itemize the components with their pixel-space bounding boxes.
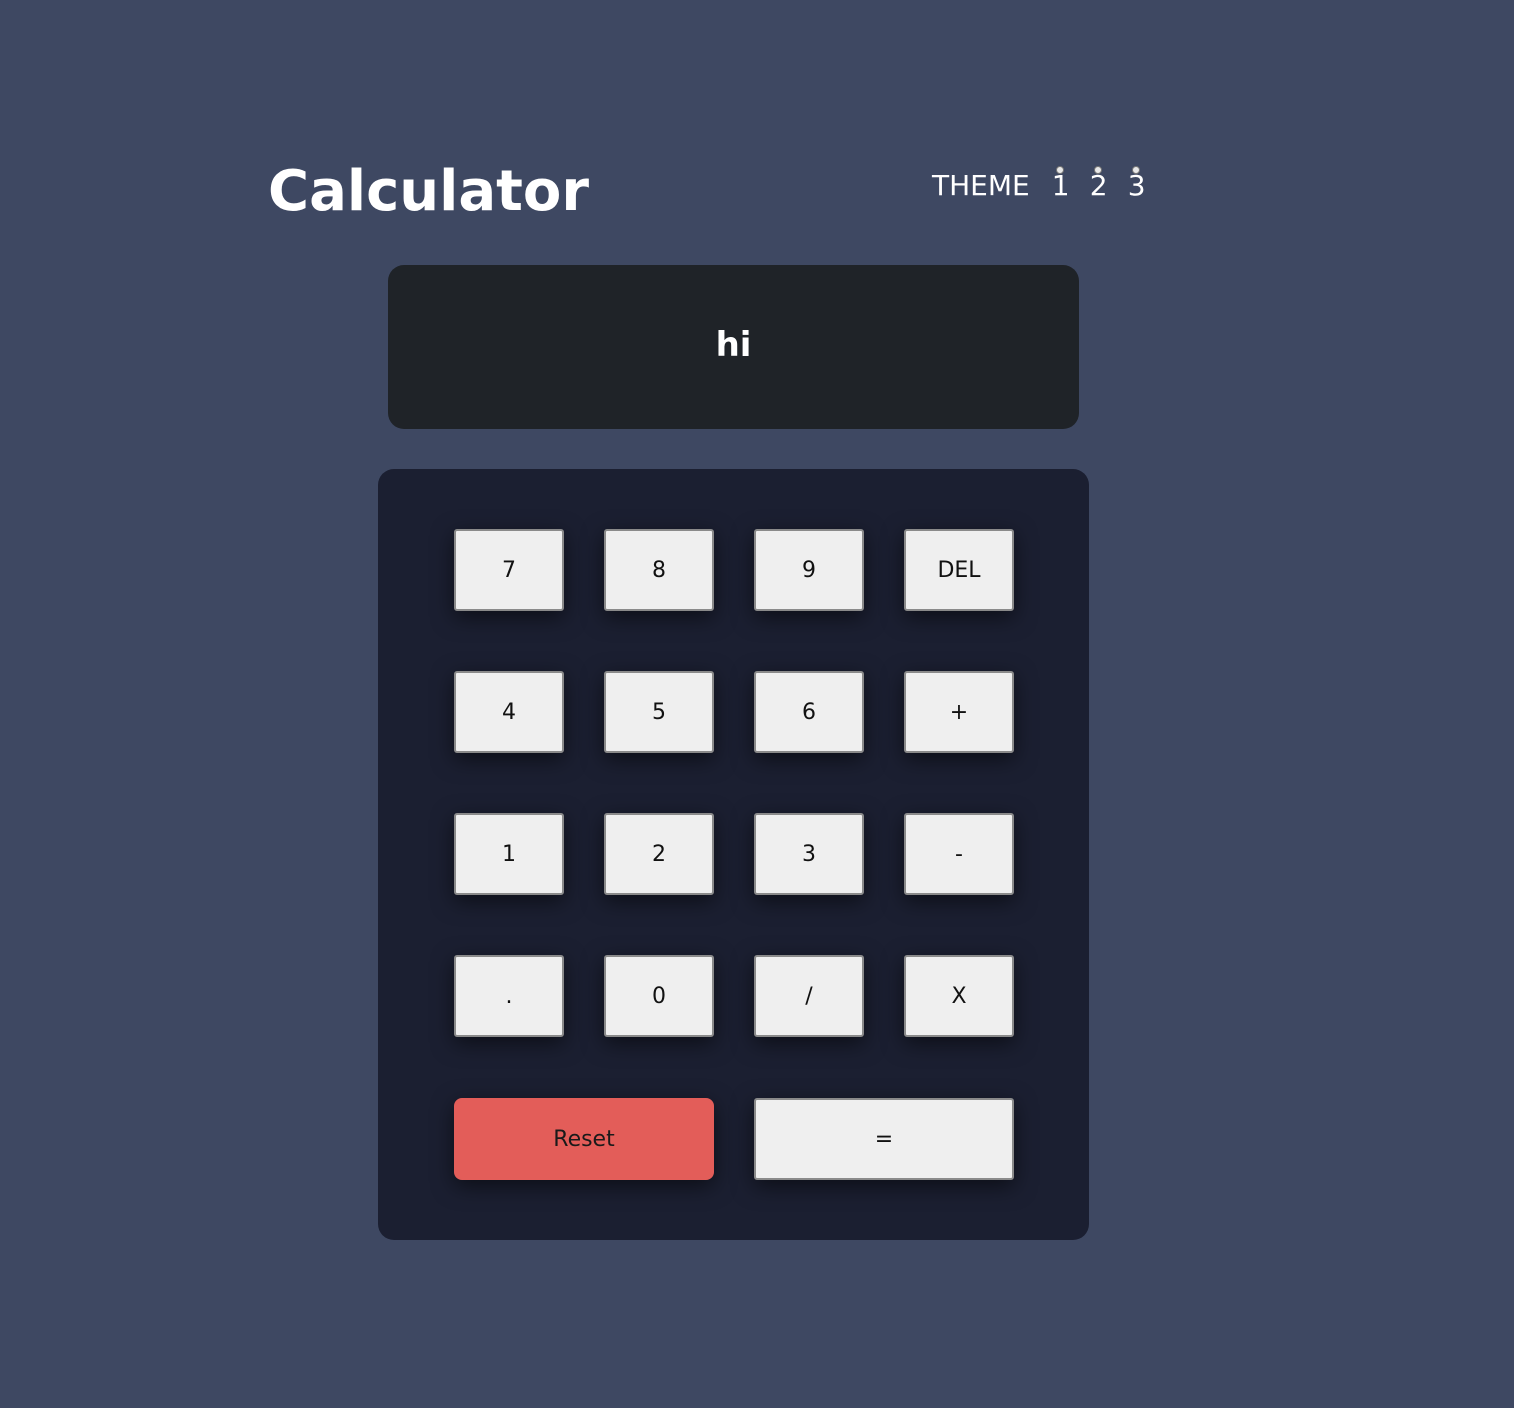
theme-radio-1[interactable] bbox=[1055, 166, 1064, 174]
calculator-display: hi bbox=[388, 265, 1079, 429]
page-title: Calculator bbox=[268, 159, 589, 224]
theme-option-1[interactable]: 1 bbox=[1046, 166, 1084, 204]
theme-option-3[interactable]: 3 bbox=[1122, 166, 1160, 204]
decimal-button[interactable]: . bbox=[454, 955, 564, 1037]
key-3[interactable]: 3 bbox=[754, 813, 864, 895]
key-2[interactable]: 2 bbox=[604, 813, 714, 895]
theme-radio-2[interactable] bbox=[1093, 166, 1102, 174]
delete-button[interactable]: DEL bbox=[904, 529, 1014, 611]
key-9[interactable]: 9 bbox=[754, 529, 864, 611]
theme-option-2[interactable]: 2 bbox=[1084, 166, 1122, 204]
theme-radio-3[interactable] bbox=[1131, 166, 1140, 174]
key-1[interactable]: 1 bbox=[454, 813, 564, 895]
key-4[interactable]: 4 bbox=[454, 671, 564, 753]
equals-button[interactable]: = bbox=[754, 1098, 1014, 1180]
theme-switcher: THEME 1 2 3 bbox=[932, 166, 1160, 204]
multiply-button[interactable]: X bbox=[904, 955, 1014, 1037]
display-value: hi bbox=[715, 325, 752, 365]
key-6[interactable]: 6 bbox=[754, 671, 864, 753]
divide-button[interactable]: / bbox=[754, 955, 864, 1037]
theme-label: THEME bbox=[932, 169, 1030, 202]
key-8[interactable]: 8 bbox=[604, 529, 714, 611]
plus-button[interactable]: + bbox=[904, 671, 1014, 753]
reset-button[interactable]: Reset bbox=[454, 1098, 714, 1180]
key-7[interactable]: 7 bbox=[454, 529, 564, 611]
key-0[interactable]: 0 bbox=[604, 955, 714, 1037]
key-5[interactable]: 5 bbox=[604, 671, 714, 753]
minus-button[interactable]: - bbox=[904, 813, 1014, 895]
keypad: 7 8 9 DEL 4 5 6 + 1 2 3 - . 0 / X Reset … bbox=[378, 469, 1089, 1240]
